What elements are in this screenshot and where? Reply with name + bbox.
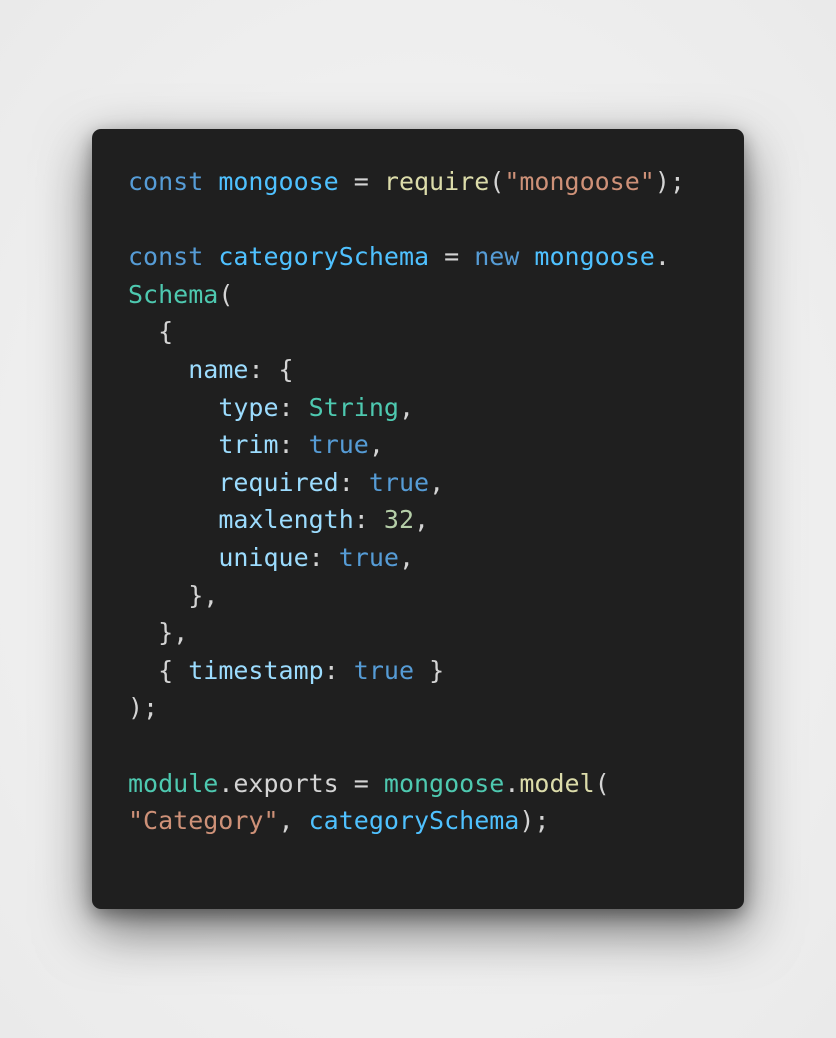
code-token: ,	[398, 392, 415, 422]
code-token: ,	[278, 806, 309, 836]
code-token: "mongoose"	[504, 167, 655, 196]
code-token: true	[368, 467, 430, 497]
code-token: :	[353, 505, 384, 535]
code-token: require	[383, 167, 490, 196]
code-token: timestamp	[188, 655, 324, 685]
code-token: trim	[218, 430, 279, 460]
code-token: =	[338, 768, 384, 798]
code-token: ,	[414, 505, 430, 535]
code-token: required	[218, 467, 339, 497]
code-token: ,	[429, 467, 445, 497]
code-token: :	[308, 542, 339, 572]
code-line: },	[128, 614, 685, 652]
code-token: }	[414, 655, 445, 685]
code-token: );	[519, 806, 550, 836]
code-token: module	[128, 768, 219, 798]
code-token: mongoose	[534, 242, 655, 272]
code-token: categorySchema	[218, 242, 430, 272]
code-token: type	[218, 392, 279, 422]
code-token: .	[504, 768, 520, 798]
code-token: mongoose	[218, 167, 339, 196]
code-token: (	[594, 768, 610, 798]
code-line: type: String,	[128, 389, 685, 427]
code-token: mongoose	[383, 768, 505, 798]
code-token: const	[128, 167, 204, 196]
code-token: unique	[218, 542, 309, 572]
code-line: maxlength: 32,	[128, 501, 685, 539]
code-token: {	[128, 655, 189, 685]
code-line: const mongoose = require("mongoose");	[128, 163, 685, 201]
code-line: module.exports = mongoose.model(	[128, 765, 685, 803]
code-token: .	[218, 768, 234, 798]
code-token: model	[519, 768, 595, 798]
code-token: categorySchema	[308, 806, 520, 836]
code-line: const categorySchema = new mongoose.	[128, 238, 685, 276]
code-line: unique: true,	[128, 539, 685, 577]
code-token: Schema	[128, 279, 219, 309]
code-token: String	[308, 392, 399, 422]
code-token: new	[474, 242, 520, 272]
code-token: maxlength	[218, 505, 354, 535]
code-token: =	[429, 242, 475, 272]
code-token: true	[353, 655, 415, 685]
code-token: :	[278, 430, 309, 460]
code-token: : {	[248, 354, 294, 384]
code-token: exports	[233, 768, 339, 798]
code-token: =	[338, 167, 384, 196]
code-token: .	[654, 242, 670, 272]
code-token: "Category"	[128, 806, 279, 836]
code-token: ,	[368, 430, 384, 460]
code-token: (	[489, 167, 505, 196]
code-token: :	[323, 655, 354, 685]
code-token: );	[128, 693, 159, 723]
code-line: {	[128, 313, 685, 351]
code-line: Schema(	[128, 276, 685, 314]
code-token: },	[128, 618, 189, 648]
code-line: );	[128, 689, 685, 727]
code-token: 32	[383, 505, 414, 535]
code-token: const	[128, 242, 204, 272]
code-token: );	[654, 167, 685, 196]
code-token: name	[188, 354, 249, 384]
code-token: {	[128, 317, 174, 347]
code-snippet-card: const mongoose = require("mongoose"); con…	[92, 129, 744, 909]
code-token: },	[128, 580, 219, 610]
code-block: const mongoose = require("mongoose"); con…	[128, 163, 685, 840]
code-token: ,	[398, 542, 415, 572]
code-token: true	[308, 430, 369, 460]
code-line: { timestamp: true }	[128, 652, 685, 690]
code-token: (	[218, 279, 234, 309]
code-line: },	[128, 577, 685, 615]
code-line: trim: true,	[128, 426, 685, 464]
code-line: "Category", categorySchema);	[128, 802, 685, 840]
code-token: true	[338, 542, 399, 572]
code-token: :	[338, 467, 369, 497]
code-line: name: {	[128, 351, 685, 389]
code-token: :	[278, 392, 309, 422]
code-line: required: true,	[128, 464, 685, 502]
